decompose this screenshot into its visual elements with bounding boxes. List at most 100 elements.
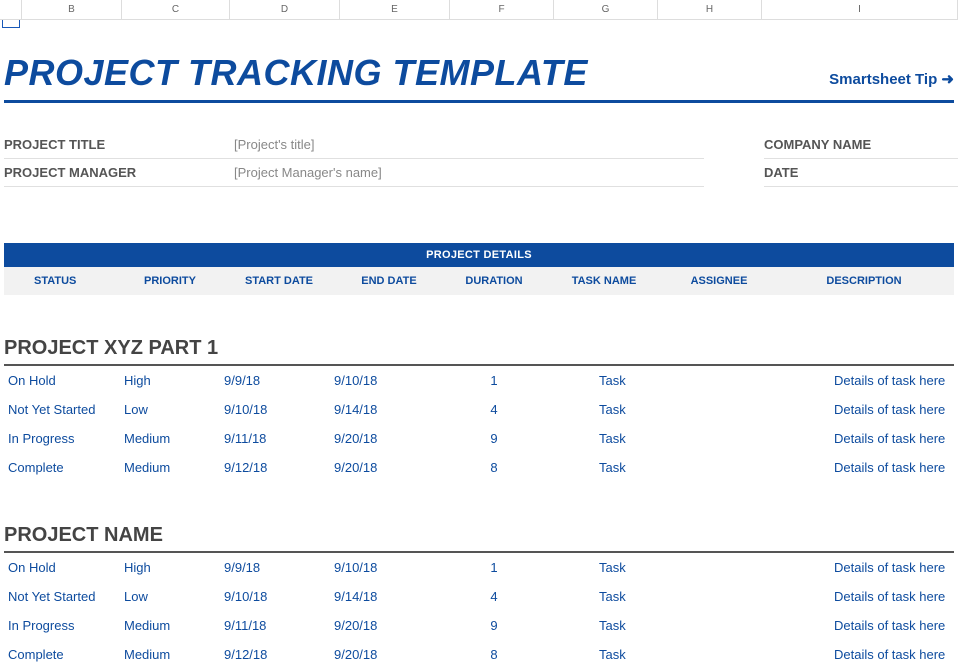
cell-status[interactable]: Not Yet Started [4,402,124,417]
project-title-field[interactable]: [Project's title] [234,137,315,152]
cell-priority[interactable]: Medium [124,460,224,475]
cell-priority[interactable]: High [124,373,224,388]
cell-assignee[interactable] [664,402,774,417]
col-header[interactable]: G [554,0,658,19]
cell-end[interactable]: 9/20/18 [334,431,444,446]
meta-block: PROJECT TITLE [Project's title] PROJECT … [4,131,954,187]
task-row[interactable]: In ProgressMedium9/11/189/20/189Task Deta… [4,611,954,640]
cell-status[interactable]: In Progress [4,618,124,633]
task-row[interactable]: CompleteMedium9/12/189/20/188Task Details… [4,453,954,482]
col-header[interactable]: I [762,0,958,19]
header-duration: DURATION [444,275,544,287]
cell-duration[interactable]: 8 [444,460,544,475]
cell-task[interactable]: Task [544,560,664,575]
cell-status[interactable]: On Hold [4,373,124,388]
cell-duration[interactable]: 4 [444,402,544,417]
cell-start[interactable]: 9/12/18 [224,460,334,475]
cell-assignee[interactable] [664,618,774,633]
cell-duration[interactable]: 1 [444,560,544,575]
cell-task[interactable]: Task [544,373,664,388]
cell-start[interactable]: 9/9/18 [224,560,334,575]
task-row[interactable]: Not Yet StartedLow9/10/189/14/184Task Det… [4,395,954,424]
cell-desc[interactable]: Details of task here [774,589,954,604]
cell-assignee[interactable] [664,560,774,575]
task-row[interactable]: CompleteMedium9/12/189/20/188Task Details… [4,640,954,669]
meta-label: PROJECT TITLE [4,137,234,152]
meta-label: PROJECT MANAGER [4,165,234,180]
cell-start[interactable]: 9/11/18 [224,431,334,446]
cell-end[interactable]: 9/20/18 [334,647,444,662]
smartsheet-tip-link[interactable]: Smartsheet Tip ➜ [829,70,954,94]
meta-row-project-manager: PROJECT MANAGER [Project Manager's name] [4,159,704,187]
header-start: START DATE [224,275,334,287]
cell-priority[interactable]: Medium [124,431,224,446]
meta-label: COMPANY NAME [764,137,958,152]
cell-end[interactable]: 9/14/18 [334,589,444,604]
cell-desc[interactable]: Details of task here [774,431,954,446]
col-header[interactable]: B [22,0,122,19]
section-title: PROJECT NAME [4,524,954,553]
page-title: PROJECT TRACKING TEMPLATE [4,52,588,94]
col-header[interactable]: D [230,0,340,19]
task-row[interactable]: In ProgressMedium9/11/189/20/189Task Deta… [4,424,954,453]
project-manager-field[interactable]: [Project Manager's name] [234,165,382,180]
cell-start[interactable]: 9/10/18 [224,589,334,604]
cell-desc[interactable]: Details of task here [774,647,954,662]
active-cell-indicator [2,20,20,28]
cell-status[interactable]: On Hold [4,560,124,575]
header-priority: PRIORITY [124,275,224,287]
cell-start[interactable]: 9/12/18 [224,647,334,662]
col-header[interactable]: H [658,0,762,19]
header-end: END DATE [334,275,444,287]
cell-desc[interactable]: Details of task here [774,402,954,417]
cell-desc[interactable]: Details of task here [774,618,954,633]
cell-duration[interactable]: 9 [444,618,544,633]
cell-task[interactable]: Task [544,402,664,417]
cell-duration[interactable]: 8 [444,647,544,662]
cell-end[interactable]: 9/10/18 [334,373,444,388]
cell-desc[interactable]: Details of task here [774,373,954,388]
cell-task[interactable]: Task [544,647,664,662]
header-task: TASK NAME [544,275,664,287]
cell-status[interactable]: In Progress [4,431,124,446]
cell-task[interactable]: Task [544,460,664,475]
cell-task[interactable]: Task [544,431,664,446]
cell-assignee[interactable] [664,431,774,446]
cell-assignee[interactable] [664,373,774,388]
section-title: PROJECT XYZ PART 1 [4,337,954,366]
cell-duration[interactable]: 4 [444,589,544,604]
cell-end[interactable]: 9/10/18 [334,560,444,575]
cell-task[interactable]: Task [544,618,664,633]
cell-duration[interactable]: 9 [444,431,544,446]
cell-priority[interactable]: Low [124,589,224,604]
cell-start[interactable]: 9/9/18 [224,373,334,388]
cell-assignee[interactable] [664,647,774,662]
cell-duration[interactable]: 1 [444,373,544,388]
cell-assignee[interactable] [664,460,774,475]
cell-priority[interactable]: Medium [124,647,224,662]
cell-desc[interactable]: Details of task here [774,460,954,475]
task-row[interactable]: On HoldHigh9/9/189/10/181Task Details of … [4,553,954,582]
cell-end[interactable]: 9/20/18 [334,460,444,475]
meta-row-project-title: PROJECT TITLE [Project's title] [4,131,704,159]
cell-priority[interactable]: High [124,560,224,575]
cell-desc[interactable]: Details of task here [774,560,954,575]
cell-status[interactable]: Complete [4,647,124,662]
cell-end[interactable]: 9/20/18 [334,618,444,633]
col-header[interactable]: F [450,0,554,19]
col-header[interactable]: C [122,0,230,19]
col-header[interactable]: E [340,0,450,19]
cell-assignee[interactable] [664,589,774,604]
spreadsheet-column-headers: B C D E F G H I [0,0,958,20]
cell-end[interactable]: 9/14/18 [334,402,444,417]
task-row[interactable]: Not Yet StartedLow9/10/189/14/184Task Det… [4,582,954,611]
cell-status[interactable]: Complete [4,460,124,475]
cell-start[interactable]: 9/10/18 [224,402,334,417]
cell-priority[interactable]: Medium [124,618,224,633]
cell-priority[interactable]: Low [124,402,224,417]
cell-task[interactable]: Task [544,589,664,604]
task-row[interactable]: On HoldHigh9/9/189/10/181Task Details of … [4,366,954,395]
cell-status[interactable]: Not Yet Started [4,589,124,604]
meta-row-company-name: COMPANY NAME [764,131,958,159]
cell-start[interactable]: 9/11/18 [224,618,334,633]
